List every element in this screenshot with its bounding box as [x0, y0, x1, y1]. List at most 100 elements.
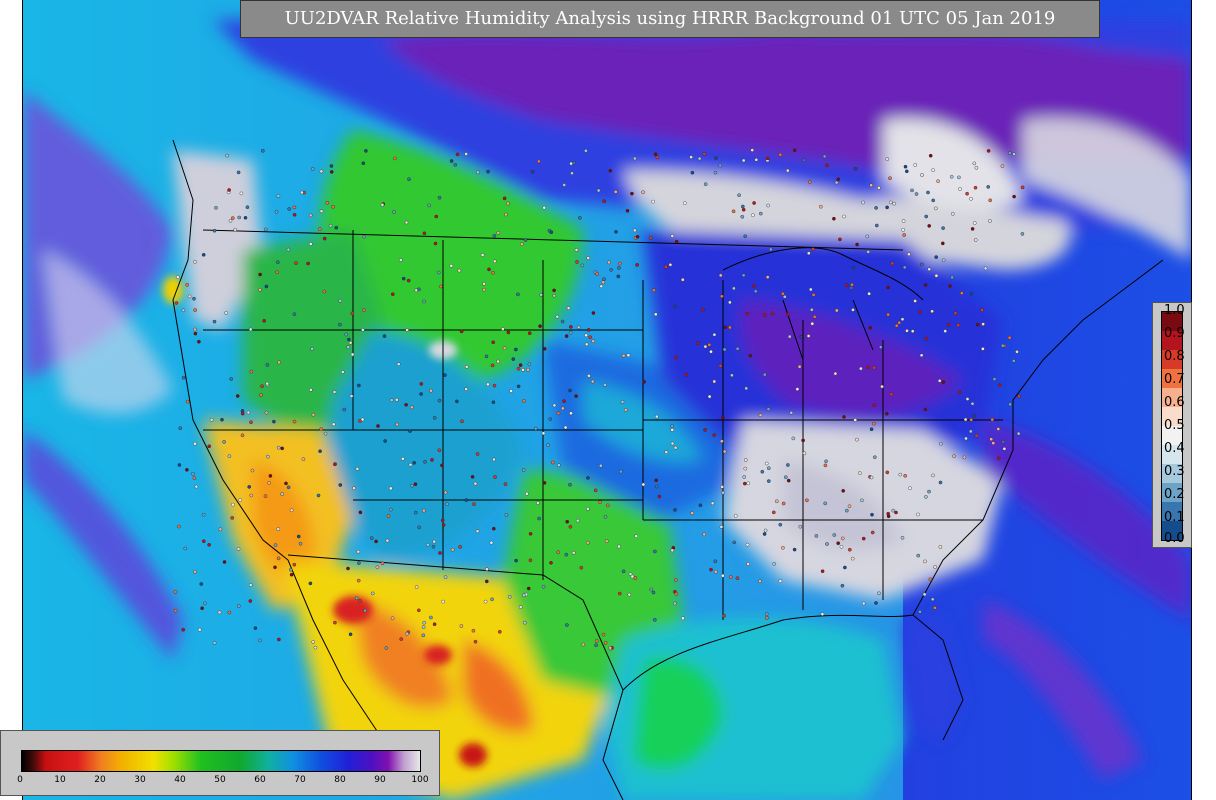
station-marker [482, 281, 486, 286]
station-marker [974, 433, 979, 438]
station-marker [673, 304, 677, 309]
station-marker [416, 608, 421, 613]
station-marker [681, 616, 685, 621]
station-marker [199, 582, 204, 586]
station-marker [798, 524, 803, 529]
station-marker [528, 558, 533, 563]
station-marker [338, 322, 342, 327]
station-marker [721, 415, 725, 420]
station-marker [630, 574, 635, 579]
station-marker [960, 291, 964, 295]
rh-tick: 50 [214, 775, 226, 785]
station-marker [937, 378, 942, 383]
station-marker [209, 417, 214, 422]
station-marker [786, 168, 790, 173]
station-marker [918, 610, 922, 614]
station-marker [472, 502, 476, 506]
station-marker [840, 583, 845, 588]
station-marker [404, 402, 408, 407]
station-marker [319, 427, 324, 432]
station-marker [390, 292, 395, 297]
station-marker [745, 542, 750, 547]
station-marker [449, 159, 454, 163]
station-marker [853, 166, 858, 171]
station-marker [346, 566, 350, 571]
station-marker [653, 618, 657, 622]
station-marker [601, 280, 606, 285]
station-marker [491, 270, 495, 275]
station-marker [920, 173, 924, 177]
station-marker [617, 591, 622, 596]
station-marker [262, 318, 266, 323]
station-marker [843, 565, 847, 570]
station-marker [584, 333, 588, 338]
map-area[interactable] [22, 0, 1192, 800]
station-marker [986, 185, 991, 189]
station-marker [490, 363, 495, 368]
station-marker [384, 646, 389, 650]
station-marker [902, 233, 907, 237]
station-marker [476, 170, 480, 175]
station-marker [618, 261, 622, 266]
station-marker [246, 410, 251, 415]
station-marker [473, 639, 478, 644]
station-marker [674, 578, 678, 582]
station-marker [933, 606, 937, 610]
station-marker [791, 436, 796, 441]
innov-tick: 1.0 [1164, 303, 1185, 318]
station-marker [259, 393, 263, 397]
station-marker [519, 242, 524, 246]
station-marker [363, 608, 367, 613]
station-marker [557, 463, 561, 467]
station-marker [655, 414, 659, 419]
station-marker [475, 529, 480, 534]
station-marker [413, 510, 418, 515]
station-marker [923, 559, 927, 564]
station-marker [789, 410, 794, 415]
station-marker [501, 327, 505, 331]
station-marker [390, 616, 395, 621]
station-marker [673, 508, 677, 512]
station-marker [487, 267, 491, 272]
station-marker [718, 364, 723, 368]
station-marker [907, 252, 911, 256]
station-marker [623, 408, 628, 412]
innov-tick: 0.2 [1164, 487, 1185, 502]
station-marker [965, 397, 970, 401]
station-marker [361, 328, 365, 332]
station-marker [253, 626, 258, 630]
station-marker [670, 424, 674, 429]
station-marker [901, 227, 906, 232]
station-marker [507, 595, 512, 599]
station-marker [346, 345, 351, 349]
station-marker [586, 507, 590, 511]
station-marker [603, 515, 608, 519]
station-marker [249, 420, 253, 425]
station-marker [264, 410, 269, 415]
station-marker [408, 462, 413, 467]
station-marker [764, 612, 769, 616]
station-marker [338, 483, 343, 487]
station-marker [492, 383, 497, 388]
rh-analysis-map [23, 0, 1191, 800]
station-marker [709, 567, 713, 572]
station-marker [405, 328, 409, 332]
station-marker [395, 422, 399, 427]
station-marker [265, 454, 270, 459]
station-marker [614, 229, 618, 234]
station-marker [192, 476, 197, 480]
station-marker [807, 251, 811, 255]
station-marker [536, 501, 540, 505]
station-marker [586, 256, 591, 260]
station-marker [613, 190, 618, 194]
station-marker [177, 524, 181, 529]
station-marker [874, 601, 878, 605]
station-marker [943, 329, 948, 333]
station-marker [897, 320, 902, 325]
station-marker [552, 293, 557, 298]
station-marker [522, 593, 526, 598]
station-marker [1016, 431, 1021, 436]
station-marker [602, 199, 607, 203]
station-marker [850, 282, 854, 287]
station-marker [405, 631, 409, 636]
